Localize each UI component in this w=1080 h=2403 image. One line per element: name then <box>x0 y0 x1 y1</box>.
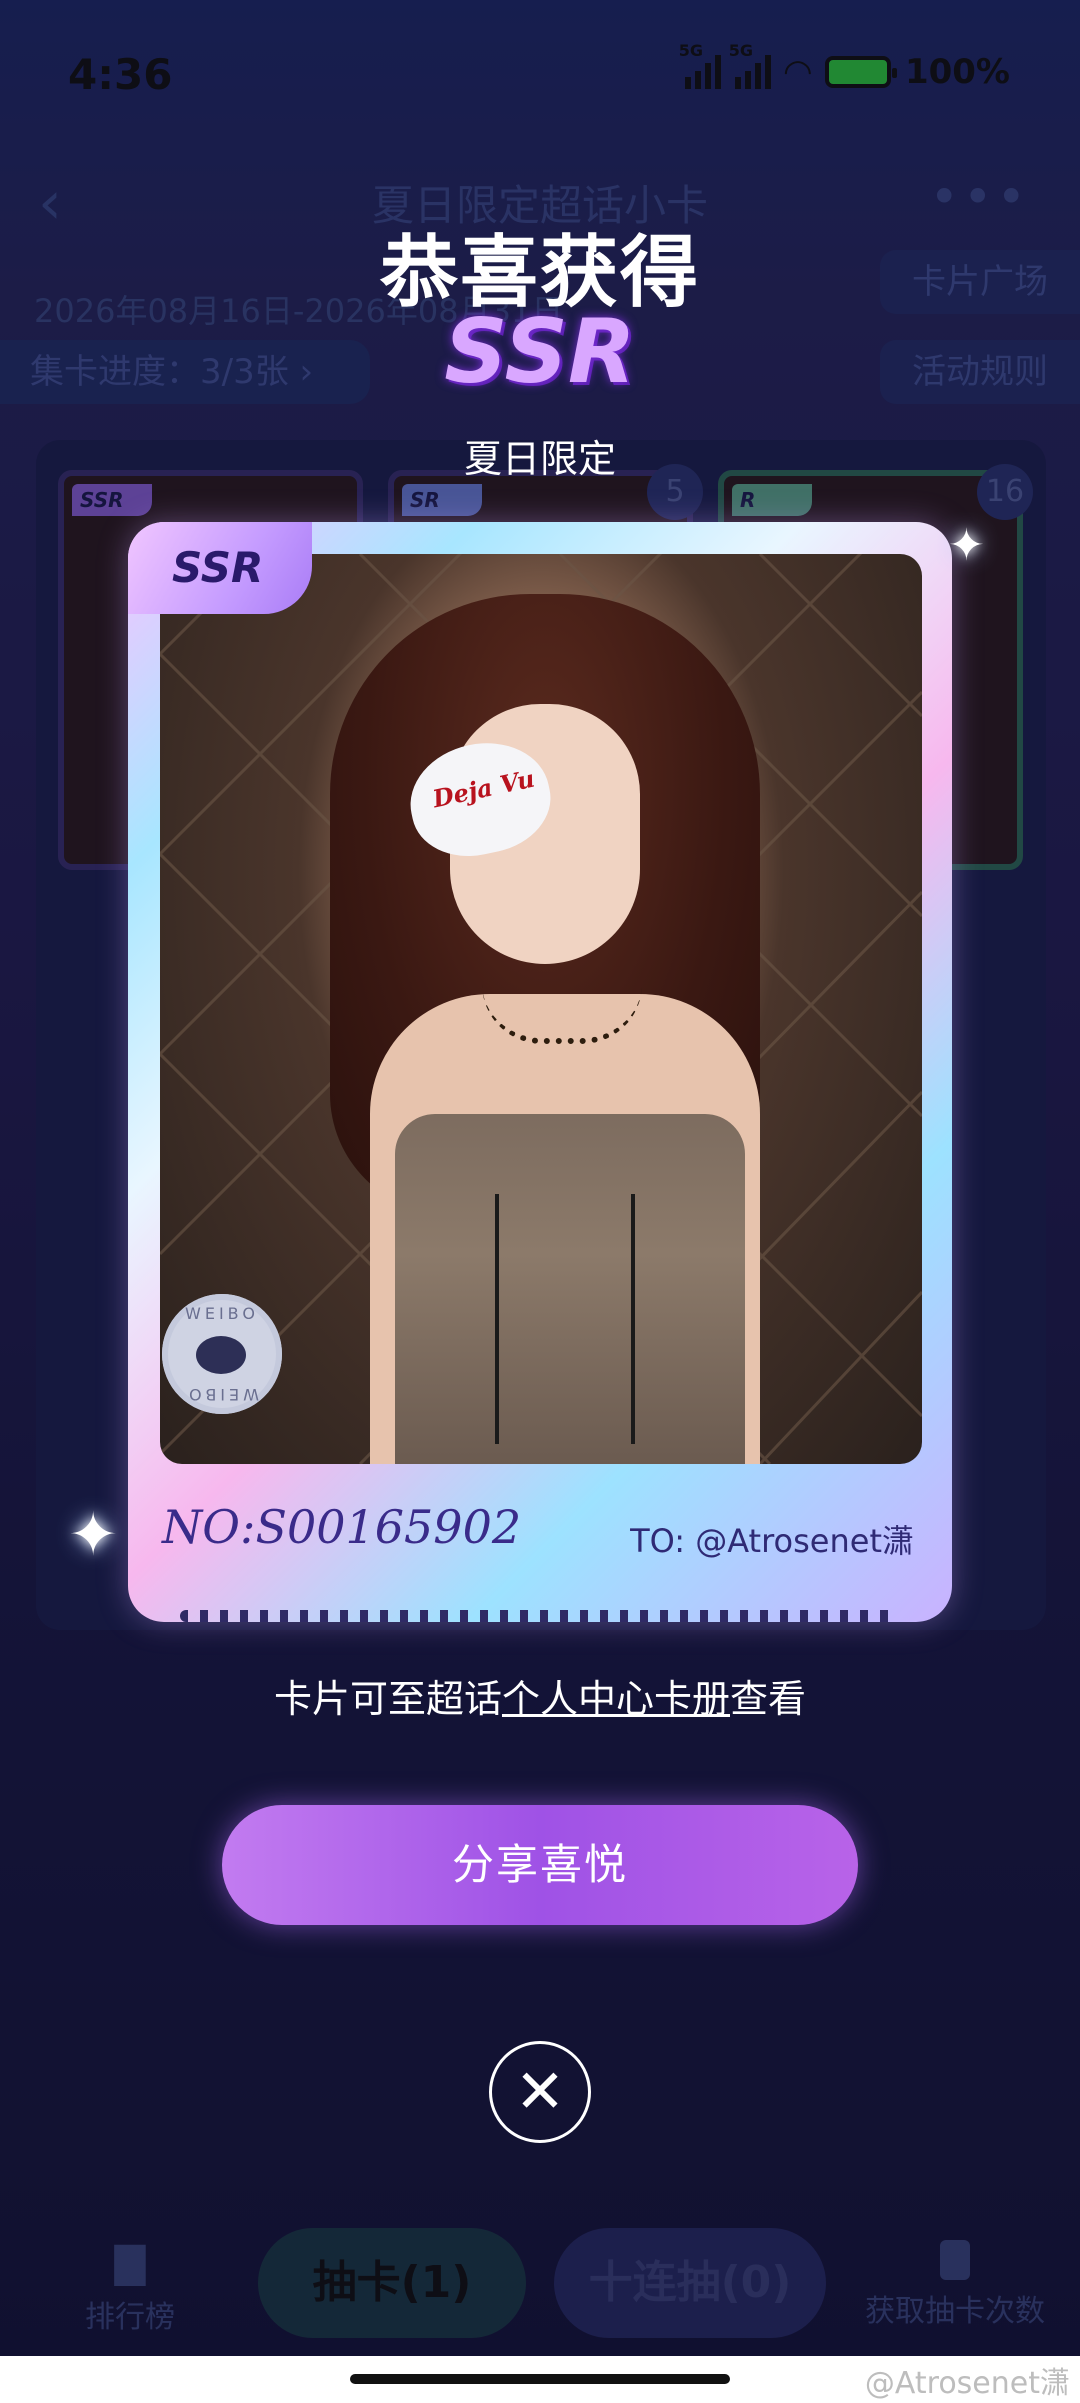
photo-lace <box>495 1194 635 1444</box>
home-indicator[interactable] <box>350 2374 730 2384</box>
album-link[interactable]: 个人中心卡册 <box>502 1677 730 1721</box>
card-recipient: TO: @Atrosenet潇 <box>630 1522 914 1560</box>
watermark: @Atrosenet潇 <box>864 2366 1070 2401</box>
close-icon[interactable]: ✕ <box>489 2041 591 2143</box>
sparkle-icon: ✦ <box>948 520 985 571</box>
sparkle-icon: ✦ <box>68 1500 119 1570</box>
weibo-logo-icon <box>196 1336 246 1374</box>
card-perforation <box>180 1610 900 1622</box>
card-album-note: 卡片可至超话个人中心卡册查看 <box>273 1677 807 1721</box>
share-button[interactable]: 分享喜悦 <box>222 1805 858 1925</box>
weibo-seal-icon: WEIBO WEIBO <box>162 1294 282 1414</box>
card-serial-number: NO:S00165902 <box>162 1500 522 1554</box>
series-name: 夏日限定 <box>463 437 616 481</box>
card-rarity-tag: SSR <box>128 522 312 614</box>
rarity-label: SSR <box>444 300 636 403</box>
